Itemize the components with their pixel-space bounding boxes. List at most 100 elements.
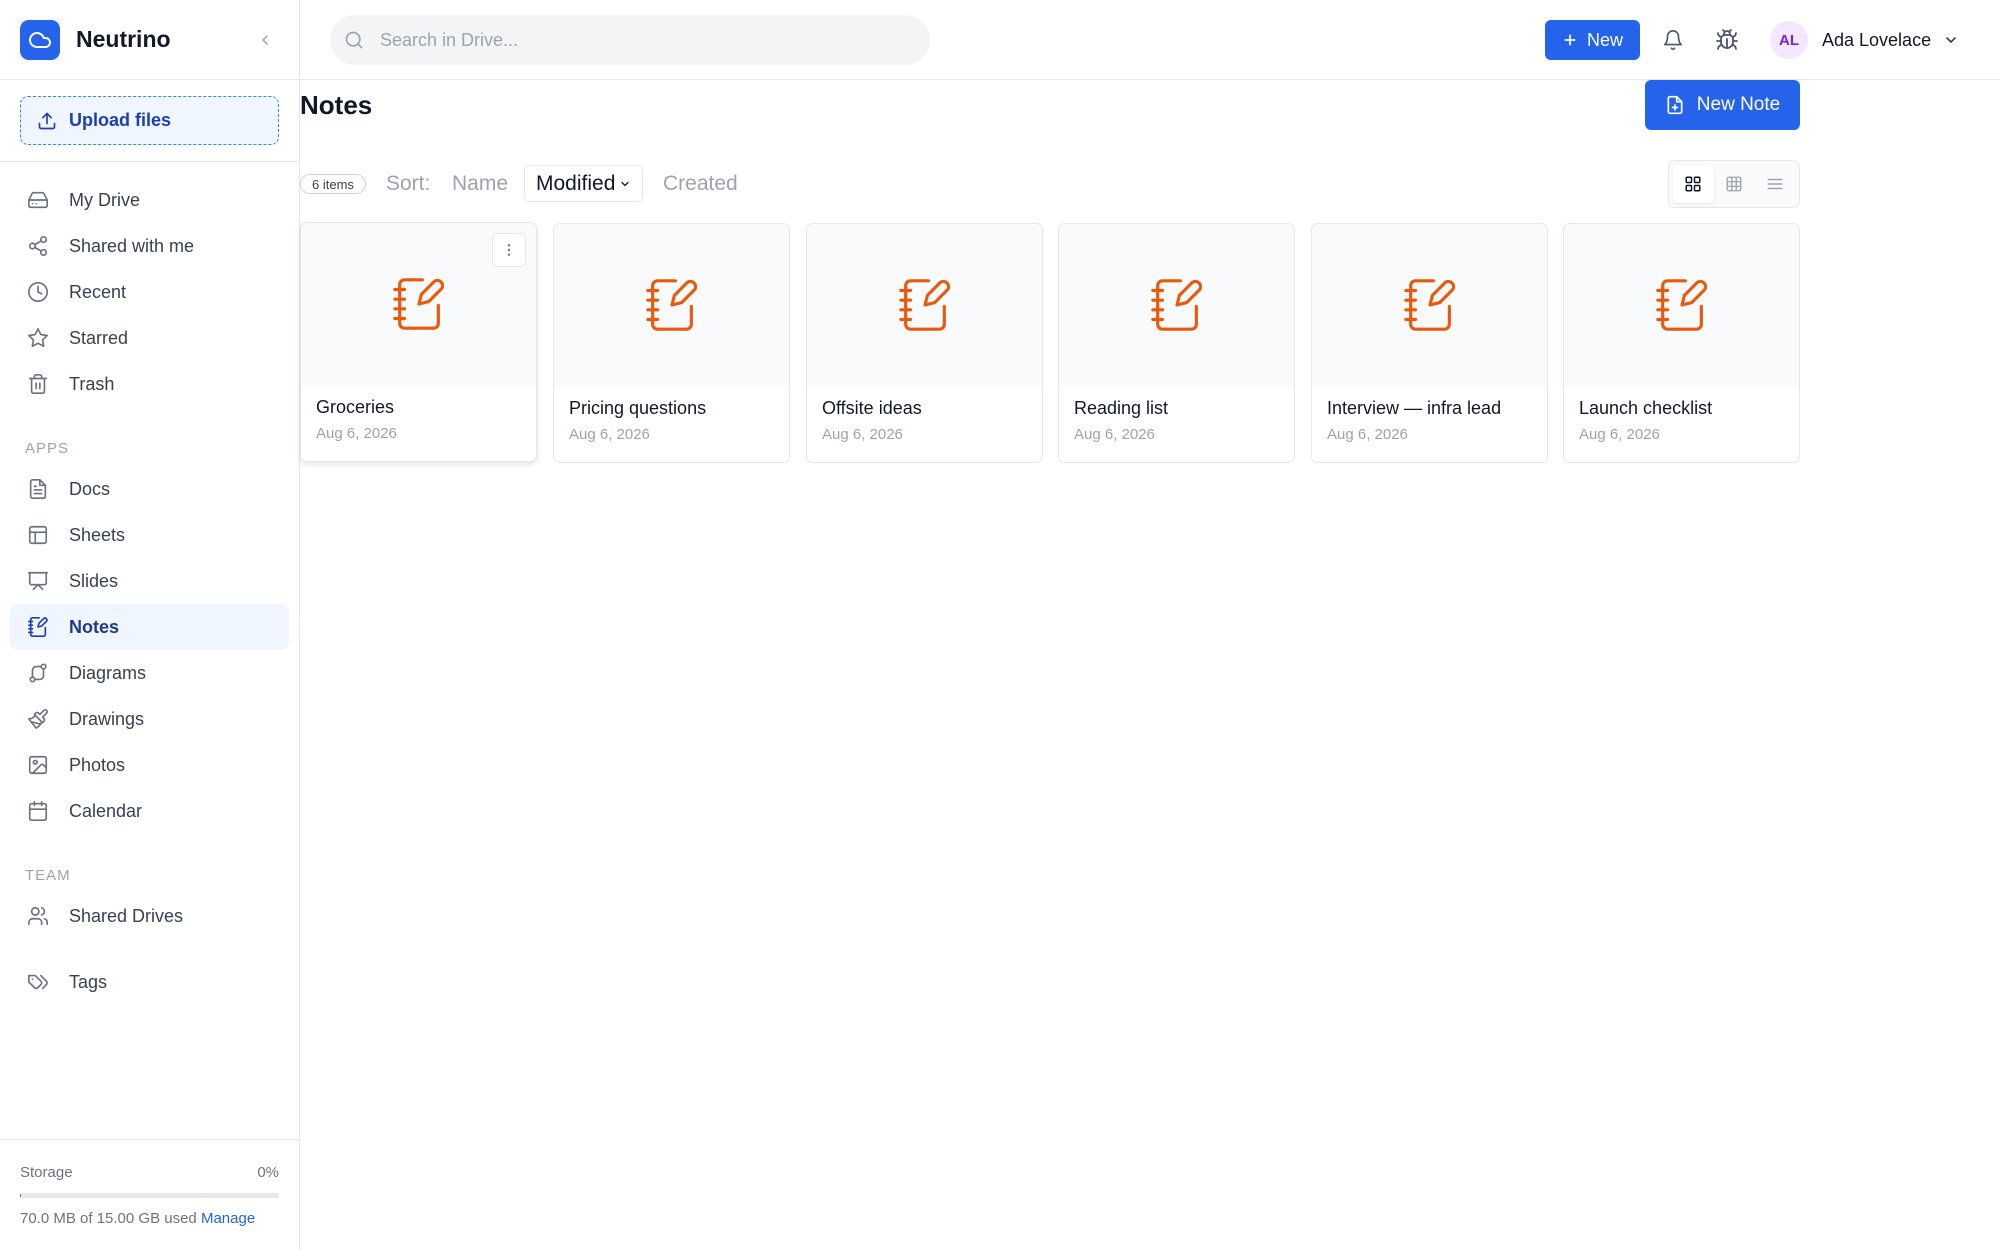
chevron-left-icon [262,35,268,45]
sidebar-item-docs[interactable]: Docs [10,466,289,512]
search-icon [345,31,363,49]
notebook-icon [392,278,444,330]
sidebar-item-label: My Drive [69,189,140,210]
table-grid-icon [1726,176,1742,192]
sidebar-item-my-drive[interactable]: My Drive [10,177,289,223]
note-title: Interview — infra lead [1327,398,1502,418]
item-count-badge: 6 items [300,174,366,194]
sidebar-item-trash[interactable]: Trash [10,361,289,407]
brush-icon [26,707,50,731]
sidebar-item-calendar[interactable]: Calendar [10,788,289,834]
tags-icon [26,970,50,994]
grid-view-button[interactable] [1673,165,1714,203]
sort-by-modified[interactable]: Modified [524,165,644,202]
note-date: Aug 6, 2026 [1579,426,1660,443]
note-thumbnail [301,223,536,385]
sidebar-item-notes[interactable]: Notes [10,604,289,650]
note-title: Launch checklist [1579,398,1713,418]
list-icon [1767,178,1783,190]
upload-files-label: Upload files [69,110,172,130]
storage-progress-fill [20,1193,22,1198]
notifications-button[interactable] [1659,26,1687,54]
topbar: New AL Ada Lovelace [300,0,2000,80]
sidebar-item-label: Calendar [69,800,143,821]
sidebar-item-tags[interactable]: Tags [10,959,289,1005]
sidebar-item-shared-with-me[interactable]: Shared with me [10,223,289,269]
note-card-groceries[interactable]: Groceries Aug 6, 2026 [300,222,537,462]
note-thumbnail [1564,224,1799,386]
note-date: Aug 6, 2026 [1074,426,1155,443]
sidebar-item-drawings[interactable]: Drawings [10,696,289,742]
user-menu[interactable]: AL Ada Lovelace [1770,20,1959,60]
sidebar-item-sheets[interactable]: Sheets [10,512,289,558]
sidebar-item-starred[interactable]: Starred [10,315,289,361]
image-icon [26,753,50,777]
more-vertical-icon [507,244,511,256]
search-bar [330,15,930,65]
new-button[interactable]: New [1545,20,1640,60]
sidebar-item-shared-drives[interactable]: Shared Drives [10,893,289,939]
clock-icon [26,280,50,304]
sidebar-item-label: Notes [69,616,120,637]
note-date: Aug 6, 2026 [822,426,903,443]
new-note-label: New Note [1696,94,1781,115]
avatar: AL [1770,21,1808,59]
note-thumbnail [554,224,789,386]
document-icon [26,477,50,501]
sort-by-name[interactable]: Name [452,172,508,196]
note-card-reading-list[interactable]: Reading list Aug 6, 2026 [1058,223,1295,463]
note-title: Groceries [316,397,395,417]
sidebar-item-label: Docs [69,478,111,499]
apps-section-label: APPS [25,440,70,457]
sidebar-item-slides[interactable]: Slides [10,558,289,604]
storage-progress-bar [20,1193,279,1198]
sidebar-item-label: Photos [69,754,126,775]
sidebar-item-label: Diagrams [69,662,147,683]
collapse-sidebar-button[interactable] [253,28,277,52]
grid-icon [1685,176,1701,192]
upload-files-button[interactable]: Upload files [20,96,279,145]
presentation-icon [26,569,50,593]
trash-icon [26,372,50,396]
notebook-icon [898,279,950,331]
diagram-icon [26,661,50,685]
note-date: Aug 6, 2026 [569,426,650,443]
storage-used-label: 70.0 MB of 15.00 GB used [20,1210,197,1227]
share-icon [26,234,50,258]
sidebar-item-photos[interactable]: Photos [10,742,289,788]
manage-storage-link[interactable]: Manage [201,1210,255,1227]
sidebar-item-label: Shared with me [69,235,195,256]
debug-button[interactable] [1713,26,1741,54]
note-thumbnail [807,224,1042,386]
sort-by-created[interactable]: Created [663,172,738,196]
sidebar-item-label: Trash [69,373,115,394]
plus-icon [1564,34,1576,46]
note-thumbnail [1059,224,1294,386]
sidebar-item-label: Starred [69,327,129,348]
note-options-button[interactable] [492,233,526,267]
search-input[interactable] [380,29,900,51]
note-card-pricing-questions[interactable]: Pricing questions Aug 6, 2026 [553,223,790,463]
note-title: Offsite ideas [822,398,922,418]
chevron-down-icon [621,181,630,186]
sidebar-item-diagrams[interactable]: Diagrams [10,650,289,696]
list-view-button[interactable] [1754,165,1795,203]
note-card-offsite-ideas[interactable]: Offsite ideas Aug 6, 2026 [806,223,1043,463]
sidebar-item-label: Tags [69,971,108,992]
note-card-interview-infra-lead[interactable]: Interview — infra lead Aug 6, 2026 [1311,223,1548,463]
table-view-button[interactable] [1714,165,1755,203]
bell-icon [1663,30,1683,50]
sidebar-item-recent[interactable]: Recent [10,269,289,315]
upload-section: Upload files [0,80,299,162]
sort-label: Sort: [386,172,431,195]
new-button-label: New [1586,29,1623,50]
notebook-icon [1403,279,1455,331]
star-icon [26,326,50,350]
chevron-down-icon [1946,37,1956,43]
storage-header: Storage 0% [20,1164,279,1181]
new-note-button[interactable]: New Note [1645,80,1800,130]
note-date: Aug 6, 2026 [1327,426,1408,443]
notebook-icon [26,615,50,639]
note-card-launch-checklist[interactable]: Launch checklist Aug 6, 2026 [1563,223,1800,463]
storage-percent: 0% [257,1164,279,1181]
